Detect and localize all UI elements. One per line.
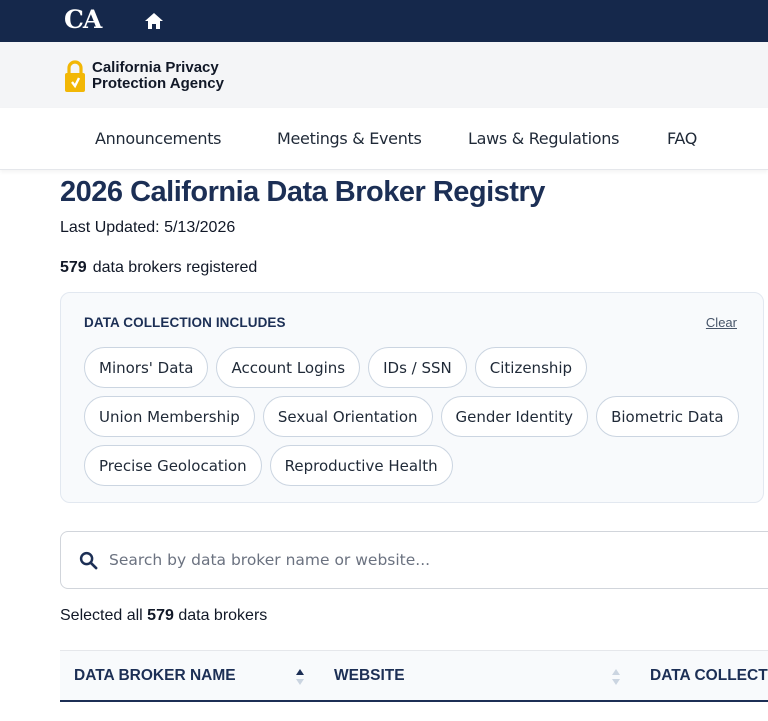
- agency-name-line2: Protection Agency: [92, 75, 224, 92]
- filter-chip-minors-data[interactable]: Minors' Data: [84, 347, 209, 388]
- nav-item-laws-regulations[interactable]: Laws & Regulations: [468, 129, 619, 148]
- agency-header: California Privacy Protection Agency: [0, 42, 768, 108]
- filter-chip-biometric-data[interactable]: Biometric Data: [596, 396, 739, 437]
- data-collection-filter-panel: DATA COLLECTION INCLUDES Clear Minors' D…: [60, 292, 764, 503]
- broker-count-suffix: data brokers registered: [92, 259, 258, 276]
- filter-chip-precise-geolocation[interactable]: Precise Geolocation: [84, 445, 262, 486]
- selection-prefix: Selected all: [60, 607, 143, 624]
- search-input[interactable]: [109, 542, 768, 578]
- filter-chip-sexual-orientation[interactable]: Sexual Orientation: [262, 396, 433, 437]
- column-header-data-collection[interactable]: DATA COLLECTI: [650, 667, 768, 685]
- clear-filters-link[interactable]: Clear: [706, 315, 737, 330]
- state-top-bar: CA: [0, 0, 768, 42]
- page-title: 2026 California Data Broker Registry: [60, 176, 545, 208]
- filter-heading: DATA COLLECTION INCLUDES: [84, 315, 286, 330]
- main-nav: Announcements Meetings & Events Laws & R…: [0, 108, 768, 170]
- selection-suffix: data brokers: [178, 607, 268, 624]
- broker-count-line: 579 data brokers registered: [60, 259, 257, 277]
- filter-chip-union-membership[interactable]: Union Membership: [84, 396, 255, 437]
- filter-chip-gender-identity[interactable]: Gender Identity: [440, 396, 589, 437]
- selection-summary: Selected all 579 data brokers: [60, 607, 267, 625]
- ca-logo-text: CA: [64, 4, 102, 34]
- broker-table-header: DATA BROKER NAME WEBSITE DATA COLLECTI: [60, 650, 768, 702]
- nav-item-faq[interactable]: FAQ: [667, 129, 697, 148]
- filter-chip-reproductive-health[interactable]: Reproductive Health: [269, 445, 453, 486]
- ca-gov-logo[interactable]: CA: [64, 4, 112, 34]
- filter-chip-list: Minors' Data Account Logins IDs / SSN Ci…: [84, 347, 749, 486]
- column-header-broker-name[interactable]: DATA BROKER NAME: [74, 667, 236, 685]
- padlock-logo-icon[interactable]: [64, 59, 86, 93]
- agency-name-line1: California Privacy: [92, 59, 219, 76]
- filter-chip-account-logins[interactable]: Account Logins: [216, 347, 361, 388]
- nav-item-meetings-events[interactable]: Meetings & Events: [277, 129, 422, 148]
- last-updated: Last Updated: 5/13/2026: [60, 219, 236, 236]
- filter-chip-ids-ssn[interactable]: IDs / SSN: [368, 347, 467, 388]
- selection-count: 579: [147, 607, 174, 624]
- search-box: [60, 531, 768, 589]
- agency-name[interactable]: California Privacy Protection Agency: [92, 60, 224, 92]
- nav-item-announcements[interactable]: Announcements: [95, 129, 222, 148]
- search-icon: [79, 551, 98, 570]
- sort-unsorted-icon[interactable]: [611, 667, 621, 687]
- home-icon[interactable]: [144, 11, 164, 31]
- filter-chip-citizenship[interactable]: Citizenship: [474, 347, 588, 388]
- column-header-website[interactable]: WEBSITE: [334, 667, 405, 685]
- broker-count: 579: [60, 259, 87, 276]
- sort-ascending-icon[interactable]: [295, 667, 305, 687]
